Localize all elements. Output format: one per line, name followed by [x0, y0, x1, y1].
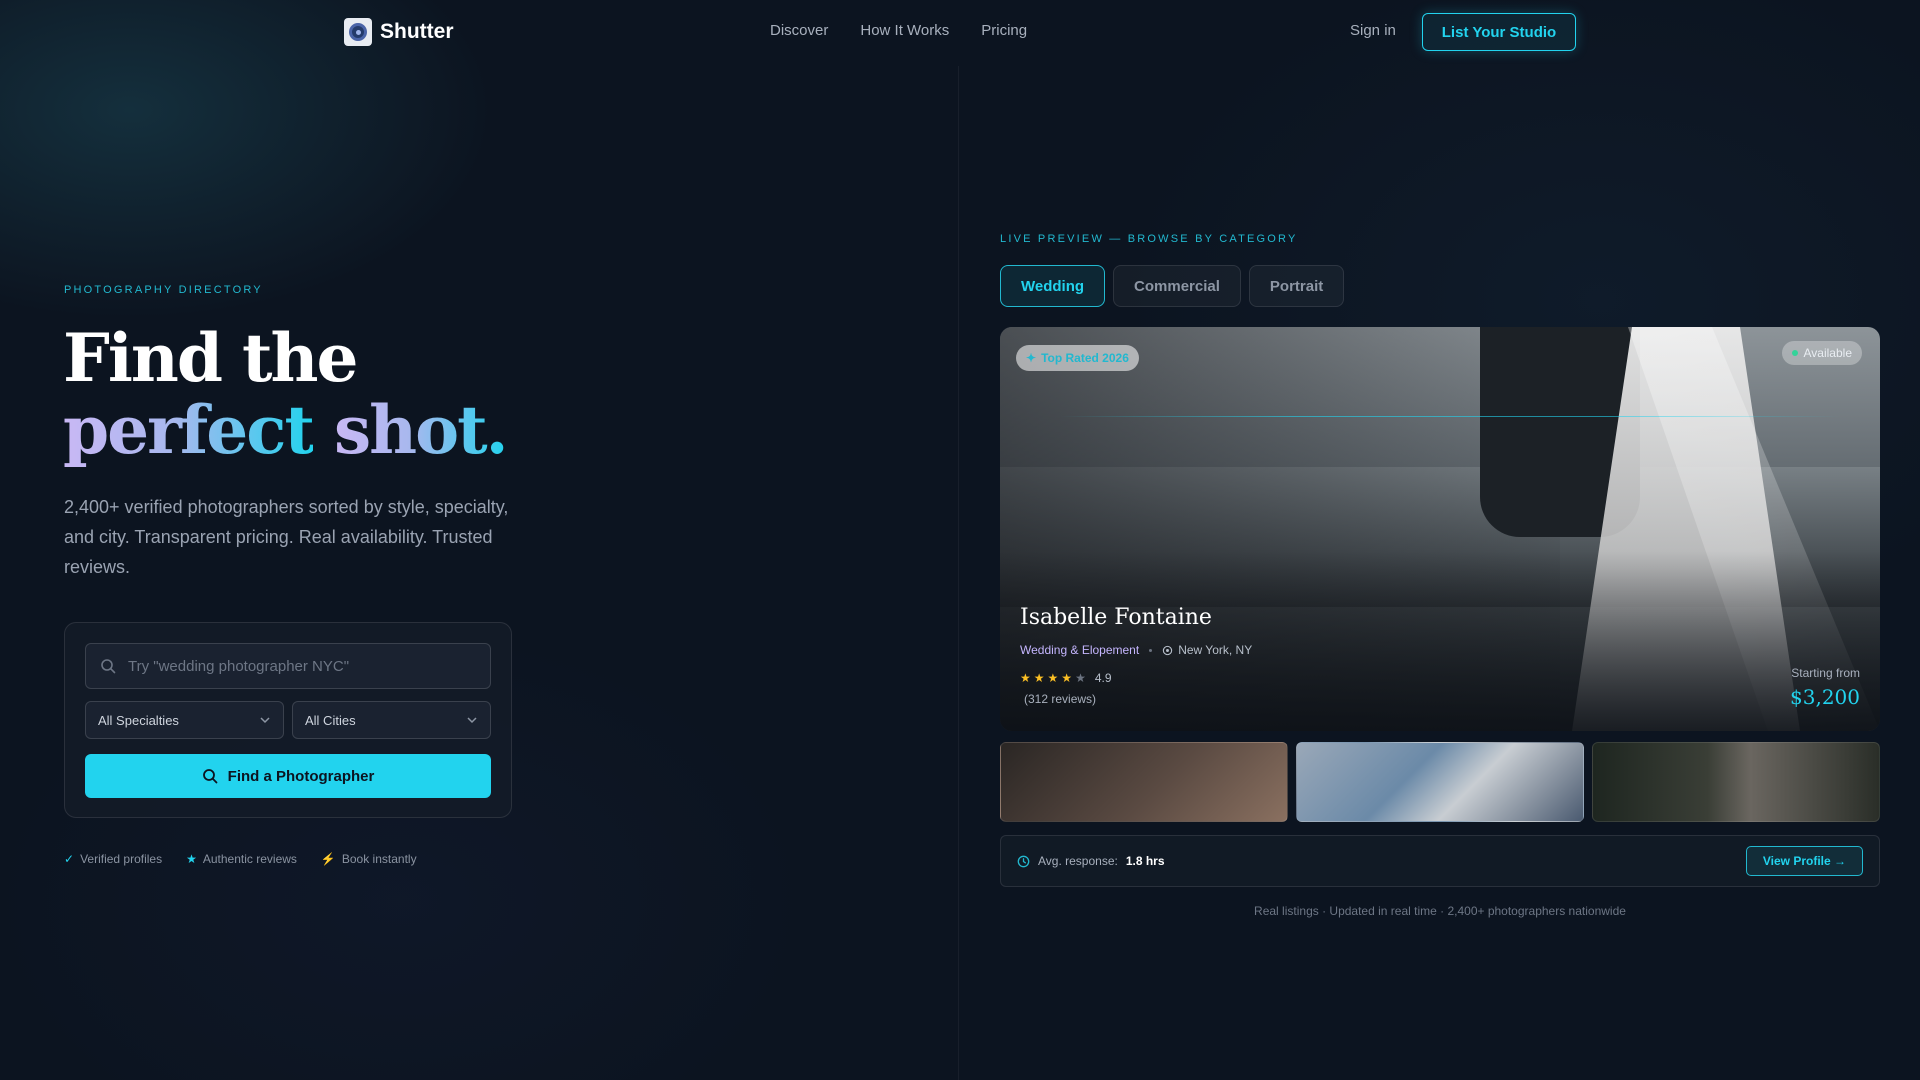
find-photographer-label: Find a Photographer	[227, 767, 375, 785]
price-label: Starting from	[1791, 666, 1860, 680]
availability-badge: Available	[1781, 341, 1862, 365]
city-select[interactable]: All Cities	[292, 701, 491, 739]
search-card: All Specialties All Cities Find a Photog…	[64, 622, 512, 818]
hero-title-shot: shot.	[333, 391, 509, 469]
tab-wedding[interactable]: Wedding	[1000, 265, 1106, 307]
portfolio-thumbnail[interactable]	[1592, 742, 1880, 822]
trust-label: Verified profiles	[80, 852, 163, 866]
chevron-down-icon	[260, 717, 270, 724]
bolt-icon: ⚡	[320, 852, 336, 866]
star-icon: ★	[1020, 671, 1031, 685]
star-icon: ★	[1047, 671, 1059, 685]
price-value: $3,200	[1790, 685, 1860, 709]
rating-value: 4.9	[1094, 671, 1112, 685]
check-icon: ✓	[64, 852, 75, 866]
trust-item-booking: ⚡ Book instantly	[321, 852, 417, 866]
search-input[interactable]	[128, 657, 468, 675]
find-photographer-button[interactable]: Find a Photographer	[85, 754, 491, 798]
trust-row: ✓ Verified profiles ★ Authentic reviews …	[64, 852, 417, 866]
specialty-select-value: All Specialties	[98, 712, 179, 728]
nav-link-how-it-works[interactable]: How It Works	[860, 22, 949, 39]
hero-title: Find the perfect shot.	[63, 319, 509, 469]
trust-label: Authentic reviews	[202, 852, 297, 866]
hero-title-line1: Find the	[63, 319, 359, 397]
nav-link-discover[interactable]: Discover	[770, 22, 828, 39]
trust-item-reviews: ★ Authentic reviews	[186, 852, 297, 866]
nav-link-pricing[interactable]: Pricing	[981, 22, 1027, 39]
star-empty-icon: ★	[1075, 671, 1086, 685]
photographer-name: Isabelle Fontaine	[1020, 605, 1212, 630]
camera-logo-icon	[344, 18, 372, 46]
top-rated-label: Top Rated 2026	[1041, 351, 1129, 365]
brand-name: Shutter	[380, 20, 454, 43]
response-bar: Avg. response: 1.8 hrs View Profile →	[1000, 835, 1880, 887]
availability-label: Available	[1803, 346, 1852, 360]
search-icon	[101, 659, 116, 674]
portfolio-thumbnails	[1000, 742, 1880, 822]
location-pin-icon	[1163, 645, 1173, 655]
rating-row: ★ ★ ★ ★ ★ 4.9	[1020, 671, 1112, 685]
top-nav: Shutter Discover How It Works Pricing Si…	[0, 0, 1920, 64]
status-dot-icon	[1791, 350, 1798, 356]
star-icon: ★	[186, 852, 197, 866]
portfolio-thumbnail[interactable]	[1296, 742, 1584, 822]
tab-commercial[interactable]: Commercial	[1113, 265, 1241, 307]
sparkle-icon: ✦	[1026, 351, 1037, 365]
photographer-meta: Wedding & Elopement New York, NY	[1020, 643, 1252, 657]
preview-eyebrow: LIVE PREVIEW — BROWSE BY CATEGORY	[1000, 233, 1298, 245]
preview-footnote: Real listings · Updated in real time · 2…	[1254, 904, 1626, 918]
clock-icon	[1017, 855, 1030, 867]
hero-description: 2,400+ verified photographers sorted by …	[64, 497, 509, 577]
hero-eyebrow: PHOTOGRAPHY DIRECTORY	[64, 284, 263, 296]
photographer-location: New York, NY	[1162, 643, 1252, 657]
view-profile-button[interactable]: View Profile →	[1745, 846, 1863, 876]
star-icon: ★	[1061, 671, 1073, 685]
search-icon	[202, 769, 218, 784]
photographer-card[interactable]: ✦ Top Rated 2026 Available Isabelle Font…	[1000, 327, 1880, 731]
response-label: Avg. response:	[1038, 854, 1118, 868]
chevron-down-icon	[467, 717, 477, 724]
location-label: New York, NY	[1178, 643, 1253, 657]
photographer-specialty: Wedding & Elopement	[1020, 643, 1140, 657]
top-rated-badge: ✦ Top Rated 2026	[1016, 345, 1139, 371]
sign-in-link[interactable]: Sign in	[1350, 22, 1396, 39]
brand[interactable]: Shutter	[344, 18, 454, 46]
trust-item-verified: ✓ Verified profiles	[64, 852, 162, 866]
hero-title-perfect: perfect	[63, 391, 315, 469]
city-select-value: All Cities	[305, 712, 356, 728]
search-field[interactable]	[85, 643, 491, 689]
response-info: Avg. response: 1.8 hrs	[1017, 854, 1165, 868]
response-value: 1.8 hrs	[1125, 854, 1165, 868]
star-icon: ★	[1033, 671, 1045, 685]
nav-links: Discover How It Works Pricing	[770, 22, 1027, 39]
list-your-studio-button[interactable]: List Your Studio	[1422, 13, 1576, 51]
portfolio-thumbnail[interactable]	[1000, 742, 1288, 822]
category-tabs: Wedding Commercial Portrait	[1000, 265, 1345, 307]
tab-portrait[interactable]: Portrait	[1248, 265, 1345, 307]
specialty-select[interactable]: All Specialties	[85, 701, 284, 739]
vertical-divider	[958, 66, 959, 1080]
review-count: (312 reviews)	[1024, 692, 1097, 706]
trust-label: Book instantly	[341, 852, 417, 866]
